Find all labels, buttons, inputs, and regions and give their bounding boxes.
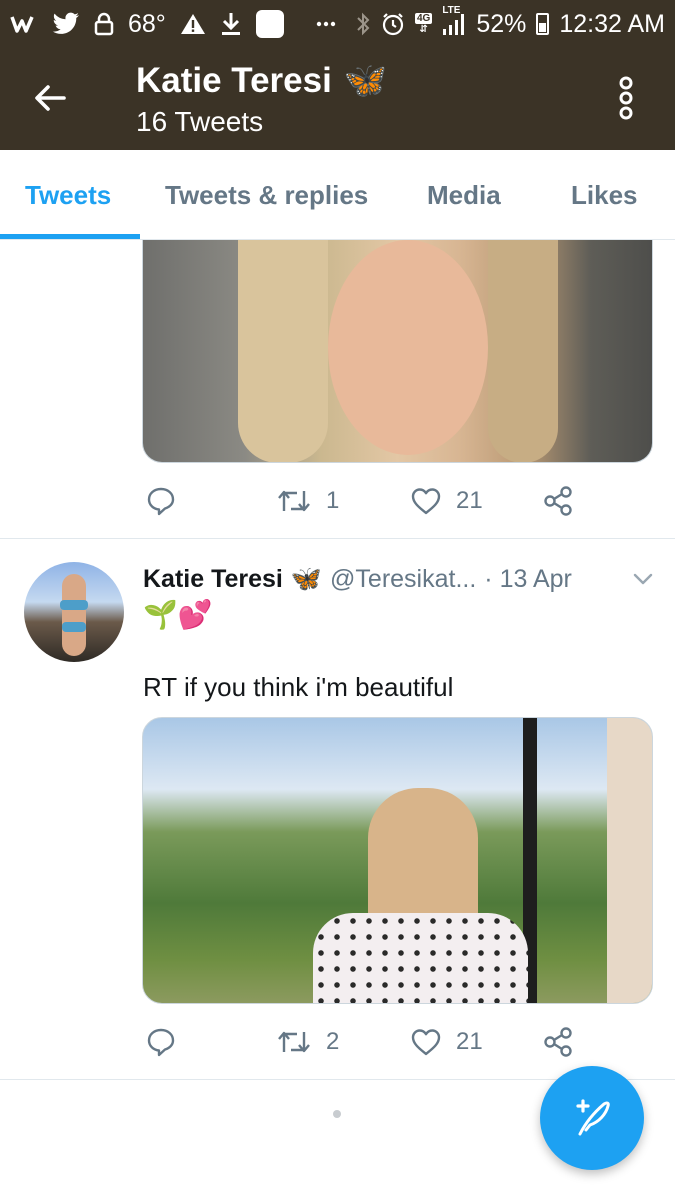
warning-icon [180,9,206,39]
back-arrow-icon [35,85,66,111]
tab-tweets-and-replies[interactable]: Tweets & replies [165,150,368,240]
tweet-header: Katie Teresi 🦋 @Teresikat... · 13 Apr [143,562,653,596]
tweet-author-handle[interactable]: @Teresikat... [330,565,476,594]
profile-name: Katie Teresi [136,60,332,100]
like-count: 21 [456,487,483,514]
tweet-divider [0,538,675,539]
retweet-button[interactable]: 1 [276,481,339,521]
heart-icon [411,1029,441,1056]
butterfly-emoji: 🦋 [290,564,323,593]
retweet-button[interactable]: 2 [276,1022,339,1062]
profile-header: Katie Teresi 🦋 16 Tweets [0,48,675,150]
like-button[interactable]: 21 [410,481,483,521]
wish-app-icon [10,9,38,39]
butterfly-emoji: 🦋 [343,61,388,100]
tweet-actions: 1 21 [142,481,653,521]
tweet-count: 16 Tweets [136,106,264,137]
download-icon [220,9,242,39]
status-bar: 68° 4G ⇵ LTE 52% 12:32 AM [0,0,675,48]
avatar[interactable] [24,562,124,662]
tweet-media-image[interactable] [142,717,653,1004]
tweet-actions: 2 21 [142,1022,653,1062]
tweet-text: RT if you think i'm beautiful [143,672,454,702]
like-button[interactable]: 21 [410,1022,483,1062]
alarm-icon [381,9,405,39]
share-icon [544,486,572,516]
retweet-icon [278,490,310,512]
network-4g-icon: 4G ⇵ [414,13,433,35]
retweet-count: 1 [326,487,340,514]
battery-percent: 52% [476,9,527,38]
more-options-button[interactable] [612,76,640,120]
more-notifications-icon [316,9,336,39]
twitter-icon [52,9,80,39]
reply-button[interactable] [146,481,176,521]
lock-icon [94,9,114,39]
share-button[interactable] [542,1022,574,1062]
reply-icon [147,487,175,516]
profile-tabs: Tweets Tweets & replies Media Likes [0,150,675,240]
loading-dot [333,1110,341,1118]
share-button[interactable] [542,481,574,521]
profile-name-title: Katie Teresi 🦋 [136,60,387,101]
heart-icon [411,488,441,515]
notification-square-icon [255,9,284,39]
tab-likes[interactable]: Likes [571,150,638,240]
reply-button[interactable] [146,1022,176,1062]
temperature-text: 68° [128,9,166,38]
reply-icon [147,1028,175,1057]
compose-feather-icon [576,1099,610,1136]
chevron-down-icon [633,573,653,585]
like-count: 21 [456,1028,483,1055]
retweet-icon [278,1031,310,1053]
tweet-emojis: 🌱💕 [143,599,213,630]
bluetooth-icon [355,9,371,39]
tab-media[interactable]: Media [427,150,501,240]
tweet-author-name[interactable]: Katie Teresi [143,565,283,594]
compose-tweet-button[interactable] [540,1066,644,1170]
network-4g-label: 4G [414,13,433,24]
kebab-menu-icon [619,76,633,120]
retweet-count: 2 [326,1028,340,1055]
back-button[interactable] [30,78,70,118]
tweet-date: · 13 Apr [484,564,572,593]
lte-label: LTE [442,5,461,16]
battery-icon [536,9,550,39]
signal-icon: LTE [442,5,466,39]
clock-time: 12:32 AM [559,9,665,38]
tweet-menu-button[interactable] [632,568,654,590]
tweet-media-image[interactable] [142,240,653,463]
tab-tweets[interactable]: Tweets [25,150,111,240]
share-icon [544,1027,572,1057]
active-tab-indicator [0,234,140,239]
